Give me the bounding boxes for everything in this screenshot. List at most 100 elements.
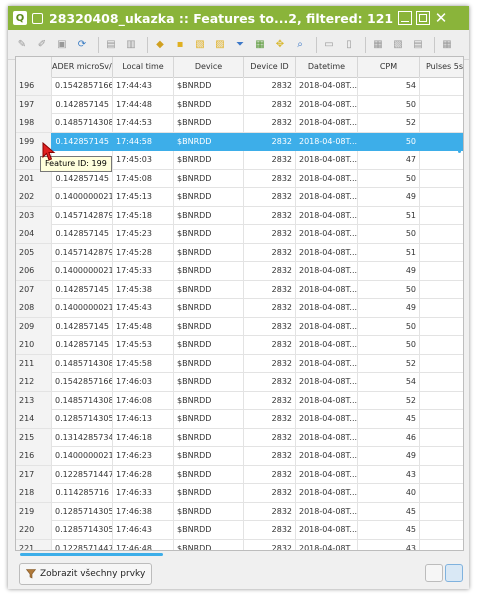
invert-selection-icon[interactable]: ▧ (192, 37, 208, 53)
table-cell[interactable]: 45 (358, 521, 420, 539)
table-cell[interactable]: 0.1457142879 (52, 206, 113, 225)
table-cell[interactable]: $BNRDD (174, 114, 244, 132)
row-header[interactable]: 220 (16, 521, 52, 539)
table-row[interactable]: 204 0.142857145 17:45:23 $BNRDD 2832 2018-04-… (16, 225, 463, 244)
table-cell[interactable]: 0.142857145 (52, 132, 113, 151)
table-cell[interactable] (420, 429, 463, 447)
table-cell[interactable]: 17:45:03 (113, 151, 174, 169)
row-header[interactable]: 206 (16, 262, 52, 280)
table-cell[interactable]: 2018-04-08T... (296, 373, 358, 391)
table-cell[interactable]: 51 (358, 206, 420, 225)
table-cell[interactable]: 17:44:48 (113, 95, 174, 114)
table-row[interactable]: 199 0.142857145 17:44:58 $BNRDD 2832 2018-04-… (16, 132, 463, 151)
table-cell[interactable] (420, 336, 463, 354)
table-row[interactable]: 219 0.1285714305 17:46:38 $BNRDD 2832 2018-04… (16, 502, 463, 521)
table-cell[interactable]: 52 (358, 114, 420, 132)
save-icon[interactable]: ▣ (54, 37, 70, 53)
table-cell[interactable]: $BNRDD (174, 447, 244, 465)
table-cell[interactable]: 2832 (244, 262, 296, 280)
row-header[interactable]: 205 (16, 243, 52, 262)
table-cell[interactable]: 2832 (244, 151, 296, 169)
table-cell[interactable]: 0.1400000021 (52, 188, 113, 206)
horizontal-scrollbar[interactable] (20, 553, 163, 556)
table-cell[interactable]: 2832 (244, 539, 296, 550)
table-cell[interactable]: 43 (358, 539, 420, 550)
row-header[interactable]: 211 (16, 354, 52, 373)
table-cell[interactable]: 0.142857145 (52, 280, 113, 299)
table-cell[interactable]: 2018-04-08T... (296, 299, 358, 317)
select-all-icon[interactable]: ▪ (172, 37, 188, 53)
table-cell[interactable]: 0.1314285734 (52, 428, 113, 447)
table-cell[interactable]: $BNRDD (174, 336, 244, 354)
row-header[interactable]: 214 (16, 410, 52, 428)
table-cell[interactable] (420, 466, 463, 484)
table-cell[interactable]: 50 (358, 280, 420, 299)
table-cell[interactable]: 0.142857145 (52, 317, 113, 336)
table-cell[interactable]: 2018-04-08T... (296, 539, 358, 550)
table-view-button[interactable] (445, 564, 463, 582)
filter-icon[interactable]: ⏷ (232, 37, 248, 53)
table-cell[interactable]: 2018-04-08T... (296, 336, 358, 354)
table-cell[interactable]: 2018-04-08T... (296, 465, 358, 484)
table-cell[interactable]: 2832 (244, 391, 296, 410)
table-cell[interactable] (420, 299, 463, 317)
table-cell[interactable]: 2832 (244, 225, 296, 243)
table-row[interactable]: 221 0.1228571447 17:46:48 $BNRDD 2832 2018-04… (16, 539, 463, 550)
table-cell[interactable]: 0.1485714308 (52, 391, 113, 410)
table-cell[interactable]: 2018-04-08T... (296, 243, 358, 262)
table-row[interactable]: 208 0.1400000021 17:45:43 $BNRDD 2832 2018-04… (16, 299, 463, 318)
pencil-icon[interactable]: ✎ (14, 37, 30, 53)
move-selection-top-icon[interactable]: ▦ (252, 37, 268, 53)
table-cell[interactable]: 0.1285714305 (52, 521, 113, 539)
table-cell[interactable]: 0.1542857166 (52, 77, 113, 95)
table-cell[interactable] (420, 114, 463, 132)
vertical-scrollbar[interactable] (458, 140, 461, 153)
table-cell[interactable] (420, 77, 463, 95)
table-cell[interactable]: 0.142857145 (52, 169, 113, 188)
copy-icon[interactable]: ▭ (321, 37, 337, 53)
table-cell[interactable]: 49 (358, 299, 420, 317)
table-cell[interactable]: $BNRDD (174, 373, 244, 391)
table-cell[interactable]: 17:46:18 (113, 428, 174, 447)
table-cell[interactable]: $BNRDD (174, 206, 244, 225)
row-header[interactable]: 202 (16, 188, 52, 206)
table-cell[interactable]: 0.1400000021 (52, 447, 113, 465)
table-cell[interactable] (420, 484, 463, 502)
table-cell[interactable]: 50 (358, 95, 420, 114)
table-cell[interactable]: 2832 (244, 243, 296, 262)
table-row[interactable]: 213 0.1485714308 17:46:08 $BNRDD 2832 2018-04… (16, 391, 463, 410)
table-cell[interactable]: 17:46:43 (113, 521, 174, 539)
close-icon[interactable]: ✕ (434, 11, 448, 26)
table-cell[interactable]: 2018-04-08T... (296, 317, 358, 336)
table-cell[interactable]: $BNRDD (174, 95, 244, 114)
table-cell[interactable]: $BNRDD (174, 410, 244, 428)
reload-icon[interactable]: ⟳ (74, 37, 90, 53)
table-cell[interactable]: 17:46:03 (113, 373, 174, 391)
table-cell[interactable] (420, 151, 463, 169)
table-cell[interactable]: $BNRDD (174, 262, 244, 280)
new-field-icon[interactable]: ▦ (370, 37, 386, 53)
table-cell[interactable]: 2832 (244, 280, 296, 299)
row-header[interactable]: 198 (16, 114, 52, 132)
row-header[interactable]: 207 (16, 280, 52, 299)
title-bar[interactable]: Q 28320408_ukazka :: Features to...2, fi… (8, 6, 469, 30)
row-header[interactable]: 208 (16, 299, 52, 317)
table-row[interactable]: 201 0.142857145 17:45:08 $BNRDD 2832 2018-04-… (16, 169, 463, 188)
table-cell[interactable]: $BNRDD (174, 484, 244, 502)
table-cell[interactable]: 0.1400000021 (52, 299, 113, 317)
add-feature-icon[interactable]: ▤ (103, 37, 119, 53)
row-header[interactable]: 204 (16, 225, 52, 243)
table-cell[interactable]: 17:46:38 (113, 502, 174, 521)
table-cell[interactable]: 47 (358, 151, 420, 169)
table-row[interactable]: 210 0.142857145 17:45:53 $BNRDD 2832 2018-04-… (16, 336, 463, 355)
table-cell[interactable]: 2018-04-08T... (296, 77, 358, 95)
zoom-to-selection-icon[interactable]: ⌕ (292, 37, 308, 53)
row-header[interactable]: 217 (16, 465, 52, 484)
table-cell[interactable]: 0.142857145 (52, 336, 113, 354)
table-cell[interactable]: 50 (358, 317, 420, 336)
table-cell[interactable]: 0.114285716 (52, 484, 113, 502)
column-header[interactable]: Datetime (296, 57, 358, 77)
window-menu-icon[interactable] (32, 12, 43, 24)
table-cell[interactable]: 2018-04-08T... (296, 280, 358, 299)
table-cell[interactable]: 2832 (244, 428, 296, 447)
